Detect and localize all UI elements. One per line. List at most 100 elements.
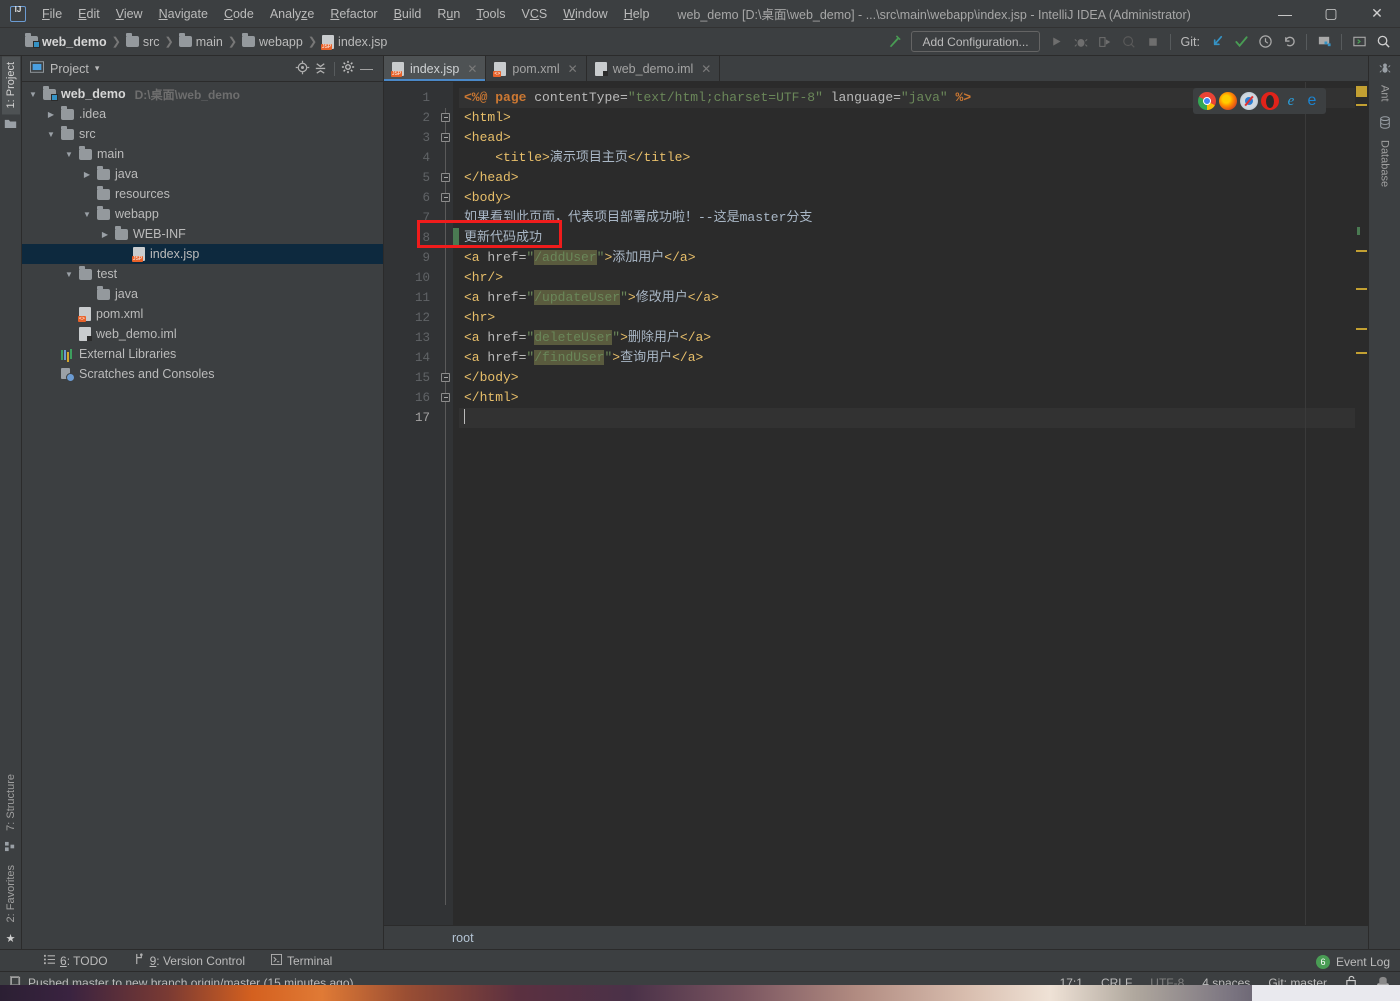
project-tree[interactable]: ▼ web_demo D:\桌面\web_demo ▶ .idea ▼ src ▼ main ▶ j… <box>22 82 383 949</box>
fold-collapse-icon[interactable] <box>441 133 450 142</box>
menu-item-refactor[interactable]: Refactor <box>322 3 385 25</box>
tool-button-todo[interactable]: 6: TODO <box>40 953 112 969</box>
line-number[interactable]: 17 <box>384 408 439 428</box>
code-line-13[interactable]: <a href="deleteUser">删除用户</a> <box>459 328 1355 348</box>
fold-end-icon[interactable] <box>441 173 450 182</box>
error-stripe-marker-bar[interactable] <box>1355 82 1368 925</box>
fold-marker-row[interactable] <box>439 168 453 188</box>
line-number[interactable]: 15 <box>384 368 439 388</box>
breadcrumb-main[interactable]: main <box>176 33 226 51</box>
line-number[interactable]: 9 <box>384 248 439 268</box>
edge-icon[interactable]: e <box>1303 92 1321 110</box>
stripe-marker[interactable] <box>1356 288 1367 290</box>
code-line-6[interactable]: <body> <box>459 188 1355 208</box>
line-number[interactable]: 5 <box>384 168 439 188</box>
fold-marker-row[interactable] <box>439 128 453 148</box>
build-hammer-icon[interactable] <box>883 31 905 53</box>
firefox-icon[interactable] <box>1219 92 1237 110</box>
chrome-icon[interactable] <box>1198 92 1216 110</box>
close-icon[interactable]: ✕ <box>701 62 711 76</box>
fold-collapse-icon[interactable] <box>441 193 450 202</box>
tree-node--idea[interactable]: ▶ .idea <box>22 104 383 124</box>
stripe-marker-vcs[interactable] <box>1357 227 1360 235</box>
menu-item-code[interactable]: Code <box>216 3 262 25</box>
close-button[interactable]: ✕ <box>1354 0 1400 28</box>
line-number[interactable]: 11 <box>384 288 439 308</box>
tree-node-scratches-and-consoles[interactable]: Scratches and Consoles <box>22 364 383 384</box>
line-number[interactable]: 2 <box>384 108 439 128</box>
fold-marker-row[interactable] <box>439 108 453 128</box>
search-everywhere-icon[interactable] <box>1372 31 1394 53</box>
breadcrumb-web-demo[interactable]: web_demo <box>22 33 110 51</box>
menu-item-vcs[interactable]: VCS <box>514 3 556 25</box>
tree-node-webapp[interactable]: ▼ webapp <box>22 204 383 224</box>
tree-node-pom-xml[interactable]: pom.xml <box>22 304 383 324</box>
line-number[interactable]: 16 <box>384 388 439 408</box>
breadcrumb-webapp[interactable]: webapp <box>239 33 306 51</box>
code-line-12[interactable]: <hr> <box>459 308 1355 328</box>
tree-node-web-demo-iml[interactable]: web_demo.iml <box>22 324 383 344</box>
fold-end-icon[interactable] <box>441 373 450 382</box>
tree-node-web-demo[interactable]: ▼ web_demo D:\桌面\web_demo <box>22 84 383 104</box>
line-number[interactable]: 4 <box>384 148 439 168</box>
safari-icon[interactable] <box>1240 92 1258 110</box>
code-line-14[interactable]: <a href="/findUser">查询用户</a> <box>459 348 1355 368</box>
internet-explorer-icon[interactable]: e <box>1282 92 1300 110</box>
sidebar-item-database[interactable]: Database <box>1376 134 1394 193</box>
menu-item-window[interactable]: Window <box>555 3 615 25</box>
line-number[interactable]: 6 <box>384 188 439 208</box>
toggle-terminal-icon[interactable] <box>1348 31 1370 53</box>
code-line-9[interactable]: <a href="/addUser">添加用户</a> <box>459 248 1355 268</box>
project-structure-icon[interactable] <box>1313 31 1335 53</box>
git-rollback-icon[interactable] <box>1278 31 1300 53</box>
menu-item-tools[interactable]: Tools <box>468 3 513 25</box>
tree-node-index-jsp[interactable]: index.jsp <box>22 244 383 264</box>
run-coverage-icon[interactable] <box>1094 31 1116 53</box>
code-line-7[interactable]: 如果看到此页面，代表项目部署成功啦！--这是master分支 <box>459 208 1355 228</box>
code-line-16[interactable]: </html> <box>459 388 1355 408</box>
line-number[interactable]: 1 <box>384 88 439 108</box>
tree-node-src[interactable]: ▼ src <box>22 124 383 144</box>
sidebar-item-project[interactable]: 1: Project <box>1 56 20 115</box>
line-number[interactable]: 3 <box>384 128 439 148</box>
fold-collapse-icon[interactable] <box>441 113 450 122</box>
menu-item-file[interactable]: File <box>34 3 70 25</box>
tree-node-resources[interactable]: resources <box>22 184 383 204</box>
collapse-all-icon[interactable] <box>313 60 328 78</box>
stripe-marker[interactable] <box>1356 86 1367 97</box>
close-icon[interactable]: ✕ <box>568 62 578 76</box>
chevron-right-icon[interactable]: ▶ <box>100 230 110 239</box>
stripe-marker[interactable] <box>1356 104 1367 106</box>
chevron-right-icon[interactable]: ▶ <box>82 170 92 179</box>
code-line-5[interactable]: </head> <box>459 168 1355 188</box>
git-commit-icon[interactable] <box>1230 31 1252 53</box>
line-number[interactable]: 10 <box>384 268 439 288</box>
menu-item-view[interactable]: View <box>108 3 151 25</box>
close-icon[interactable]: ✕ <box>467 62 477 76</box>
tree-node-java[interactable]: java <box>22 284 383 304</box>
sidebar-item-favorites[interactable]: 2: Favorites <box>2 859 20 928</box>
code-line-3[interactable]: <head> <box>459 128 1355 148</box>
tree-node-test[interactable]: ▼ test <box>22 264 383 284</box>
sidebar-item-ant[interactable]: Ant <box>1376 79 1394 108</box>
breadcrumb-index-jsp[interactable]: index.jsp <box>319 33 390 51</box>
editor-tab-pom-xml[interactable]: pom.xml ✕ <box>486 56 587 81</box>
menu-item-build[interactable]: Build <box>386 3 430 25</box>
git-history-icon[interactable] <box>1254 31 1276 53</box>
code-line-17[interactable] <box>459 408 1355 428</box>
minimize-button[interactable]: — <box>1262 0 1308 28</box>
editor-tab-web-demo-iml[interactable]: web_demo.iml ✕ <box>587 56 721 81</box>
add-configuration-button[interactable]: Add Configuration... <box>911 31 1040 52</box>
line-number[interactable]: 7 <box>384 208 439 228</box>
stripe-marker[interactable] <box>1356 328 1367 330</box>
code-line-8[interactable]: 更新代码成功 <box>459 228 1355 248</box>
editor-breadcrumb[interactable]: root <box>384 925 1368 949</box>
code-line-10[interactable]: <hr/> <box>459 268 1355 288</box>
run-icon[interactable] <box>1046 31 1068 53</box>
menu-item-run[interactable]: Run <box>429 3 468 25</box>
chevron-down-icon[interactable]: ▼ <box>82 210 92 219</box>
line-number[interactable]: 8 <box>384 228 439 248</box>
chevron-down-icon[interactable]: ▼ <box>28 90 38 99</box>
fold-end-icon[interactable] <box>441 393 450 402</box>
menu-item-navigate[interactable]: Navigate <box>151 3 216 25</box>
